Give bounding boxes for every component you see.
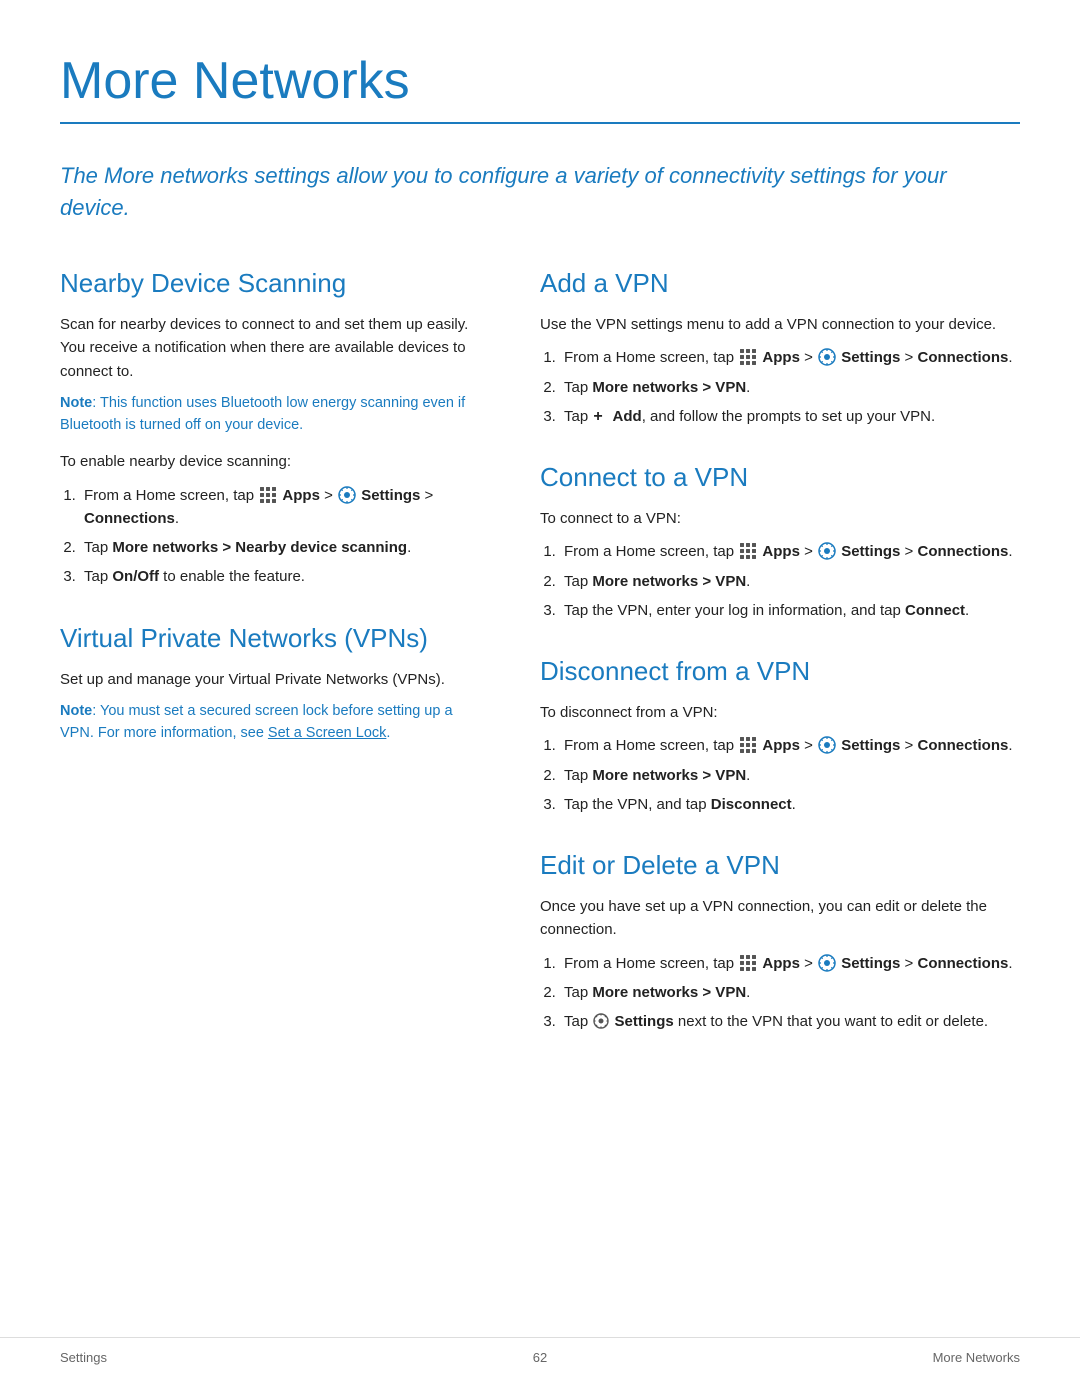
settings-icon-2 xyxy=(818,348,836,366)
nearby-step-2: Tap More networks > Nearby device scanni… xyxy=(80,536,480,559)
nearby-intro-step: To enable nearby device scanning: xyxy=(60,450,480,473)
add-vpn-steps: From a Home screen, tap xyxy=(560,346,1020,428)
add-vpn-step-3: Tap + Add, and follow the prompts to set… xyxy=(560,405,1020,428)
connect-vpn-intro: To connect to a VPN: xyxy=(540,507,1020,530)
add-vpn-title: Add a VPN xyxy=(540,264,1020,303)
nearby-desc: Scan for nearby devices to connect to an… xyxy=(60,313,480,383)
apps-icon-4 xyxy=(739,736,757,754)
settings-icon-5 xyxy=(818,954,836,972)
settings-icon-4 xyxy=(818,736,836,754)
apps-icon-3 xyxy=(739,542,757,560)
nearby-note: Note: This function uses Bluetooth low e… xyxy=(60,393,480,437)
disconnect-vpn-step-3: Tap the VPN, and tap Disconnect. xyxy=(560,793,1020,816)
connect-vpn-step-3: Tap the VPN, enter your log in informati… xyxy=(560,599,1020,622)
connect-vpn-steps: From a Home screen, tap xyxy=(560,540,1020,622)
connect-vpn-step-2: Tap More networks > VPN. xyxy=(560,570,1020,593)
left-column: Nearby Device Scanning Scan for nearby d… xyxy=(60,264,480,1043)
nearby-step-3: Tap On/Off to enable the feature. xyxy=(80,565,480,588)
page-footer: Settings 62 More Networks xyxy=(0,1337,1080,1368)
disconnect-vpn-title: Disconnect from a VPN xyxy=(540,652,1020,691)
edit-delete-vpn-title: Edit or Delete a VPN xyxy=(540,846,1020,885)
gear-icon-inline xyxy=(593,1013,609,1029)
apps-icon-5 xyxy=(739,954,757,972)
add-vpn-step-2: Tap More networks > VPN. xyxy=(560,376,1020,399)
footer-right: More Networks xyxy=(933,1348,1020,1368)
right-column: Add a VPN Use the VPN settings menu to a… xyxy=(540,264,1020,1043)
disconnect-vpn-steps: From a Home screen, tap xyxy=(560,734,1020,816)
edit-delete-vpn-step-1: From a Home screen, tap xyxy=(560,952,1020,975)
nearby-steps-list: From a Home screen, tap xyxy=(80,484,480,589)
settings-icon-1 xyxy=(338,486,356,504)
page-container: More Networks The More networks settings… xyxy=(0,0,1080,1123)
apps-label-1: Apps xyxy=(282,487,320,504)
add-vpn-desc: Use the VPN settings menu to add a VPN c… xyxy=(540,313,1020,336)
nearby-device-scanning-title: Nearby Device Scanning xyxy=(60,264,480,303)
footer-left: Settings xyxy=(60,1348,107,1368)
plus-icon: + xyxy=(593,409,607,423)
disconnect-vpn-intro: To disconnect from a VPN: xyxy=(540,701,1020,724)
connect-vpn-step-1: From a Home screen, tap xyxy=(560,540,1020,563)
two-column-layout: Nearby Device Scanning Scan for nearby d… xyxy=(60,264,1020,1043)
apps-icon-1 xyxy=(259,486,277,504)
settings-label-1: Settings xyxy=(361,487,420,504)
screen-lock-link[interactable]: Set a Screen Lock xyxy=(268,725,387,741)
page-title: More Networks xyxy=(60,50,1020,112)
edit-delete-vpn-desc: Once you have set up a VPN connection, y… xyxy=(540,895,1020,942)
vpn-desc: Set up and manage your Virtual Private N… xyxy=(60,668,480,691)
add-vpn-step-1: From a Home screen, tap xyxy=(560,346,1020,369)
disconnect-vpn-step-1: From a Home screen, tap xyxy=(560,734,1020,757)
edit-delete-vpn-step-2: Tap More networks > VPN. xyxy=(560,981,1020,1004)
edit-delete-vpn-step-3: Tap Settings next to the VPN that you wa… xyxy=(560,1010,1020,1033)
footer-center: 62 xyxy=(533,1348,547,1368)
apps-icon-2 xyxy=(739,348,757,366)
settings-icon-3 xyxy=(818,542,836,560)
edit-delete-vpn-steps: From a Home screen, tap xyxy=(560,952,1020,1034)
disconnect-vpn-step-2: Tap More networks > VPN. xyxy=(560,764,1020,787)
intro-text: The More networks settings allow you to … xyxy=(60,160,1020,224)
connect-vpn-title: Connect to a VPN xyxy=(540,458,1020,497)
vpn-note: Note: You must set a secured screen lock… xyxy=(60,701,480,745)
title-rule xyxy=(60,122,1020,124)
vpn-section-title: Virtual Private Networks (VPNs) xyxy=(60,619,480,658)
nearby-step-1: From a Home screen, tap xyxy=(80,484,480,531)
